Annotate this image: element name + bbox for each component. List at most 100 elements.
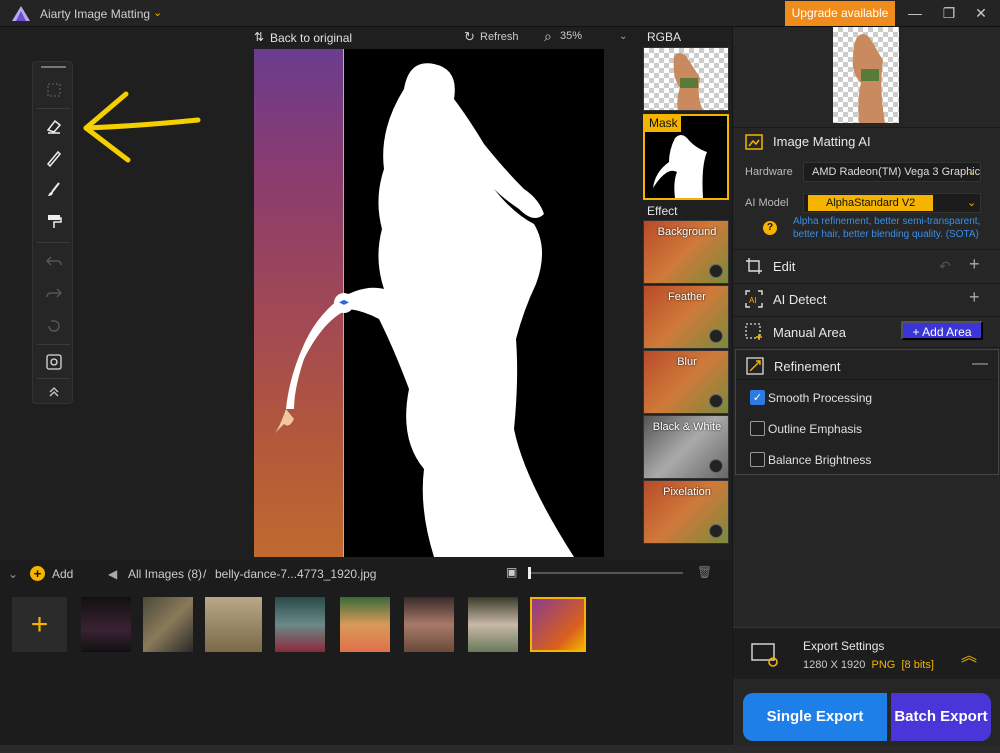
effect-label: Effect (647, 204, 678, 218)
outline-emphasis-checkbox[interactable] (750, 421, 765, 436)
help-icon[interactable]: ? (763, 221, 777, 235)
select-area-icon[interactable] (33, 74, 74, 106)
plus-icon[interactable]: + (969, 254, 980, 275)
refinement-icon (746, 357, 764, 375)
gallery-thumb-belly-dance[interactable] (530, 597, 586, 652)
ai-model-select[interactable]: AlphaStandard V2 (803, 193, 981, 213)
manual-area-icon (745, 323, 762, 340)
smooth-processing-checkbox[interactable]: ✓ (750, 390, 765, 405)
gallery-thumb-forest-woman[interactable] (275, 597, 325, 652)
expand-up-icon[interactable]: ︽ (961, 642, 977, 666)
thumbnail-size-slider[interactable] (528, 567, 683, 579)
gallery-thumb-bird[interactable] (143, 597, 193, 652)
compare-handle[interactable]: ◂▸ (334, 293, 354, 313)
gallery-thumb-flowers[interactable] (340, 597, 390, 652)
add-button[interactable]: Add (52, 567, 73, 581)
preview-toolbar: ⇅ Back to original ↻ Refresh ⌕ 35% ⌄ (254, 27, 639, 49)
matting-ai-title: Image Matting AI (773, 134, 871, 149)
fit-view-icon[interactable] (33, 346, 74, 378)
paint-brush-icon[interactable] (33, 174, 74, 206)
balance-brightness-checkbox[interactable] (750, 452, 765, 467)
collapse-minus-icon[interactable]: — (972, 355, 988, 373)
effect-blur[interactable]: Blur (643, 350, 729, 414)
collapse-icon[interactable] (33, 378, 74, 404)
hardware-select[interactable]: AMD Radeon(TM) Vega 3 Graphics (803, 162, 981, 182)
back-to-original-button[interactable]: Back to original (270, 31, 352, 45)
chevron-down-icon[interactable]: ⌄ (967, 165, 976, 178)
edit-title[interactable]: Edit (773, 259, 795, 274)
app-window: Aiarty Image Matting ⌄ Upgrade available… (0, 0, 1000, 753)
gallery-thumb-jellyfish[interactable] (81, 597, 131, 652)
roller-icon[interactable] (33, 206, 74, 238)
effect-pixelation[interactable]: Pixelation (643, 480, 729, 544)
rgba-thumbnail[interactable] (643, 47, 729, 111)
plus-icon[interactable]: + (969, 287, 980, 308)
preview-canvas[interactable]: ◂▸ (254, 49, 604, 557)
effect-feather[interactable]: Feather (643, 285, 729, 349)
all-images-link[interactable]: All Images (8) (128, 567, 202, 581)
radio-icon[interactable] (709, 459, 723, 473)
slider-knob[interactable] (528, 567, 531, 579)
matting-ai-icon (745, 134, 763, 150)
ai-detect-icon: AI (745, 290, 763, 308)
file-bar: ⌄ + Add ◀ All Images (8) / belly-dance-7… (0, 560, 731, 586)
maximize-icon[interactable]: ❐ (938, 3, 960, 23)
ai-detect-title[interactable]: AI Detect (773, 292, 826, 307)
gallery-thumb-bicycle[interactable] (205, 597, 262, 652)
add-image-tile[interactable]: + (12, 597, 67, 652)
chevron-down-icon[interactable]: ⌄ (967, 196, 976, 209)
refresh-button[interactable]: Refresh (480, 31, 519, 43)
refresh-icon[interactable]: ↻ (464, 29, 475, 45)
add-circle-icon[interactable]: + (30, 566, 45, 581)
radio-icon[interactable] (709, 394, 723, 408)
refinement-title[interactable]: Refinement (774, 359, 840, 374)
output-strip: RGBA Mask Effect Background Feather Blur… (641, 27, 731, 547)
eraser-icon[interactable] (33, 110, 74, 142)
hardware-label: Hardware (745, 166, 793, 178)
title-bar: Aiarty Image Matting ⌄ Upgrade available… (0, 0, 1000, 27)
reset-icon[interactable] (33, 310, 74, 342)
upgrade-button[interactable]: Upgrade available (785, 1, 895, 26)
breadcrumb-separator: / (203, 567, 207, 581)
undo-icon[interactable] (33, 246, 74, 278)
mask-thumbnail[interactable]: Mask (643, 114, 729, 200)
back-arrow-icon[interactable]: ◀ (108, 567, 117, 581)
add-area-button[interactable]: + Add Area (901, 321, 983, 340)
undo-icon[interactable]: ↶ (939, 258, 951, 275)
drag-grip[interactable] (41, 66, 66, 68)
batch-export-button[interactable]: Batch Export (891, 693, 991, 741)
gallery-thumb-bride[interactable] (468, 597, 518, 652)
redo-icon[interactable] (33, 278, 74, 310)
ai-model-label: AI Model (745, 197, 789, 209)
chevron-down-icon[interactable]: ⌄ (153, 6, 162, 19)
zoom-icon[interactable]: ⌕ (544, 28, 552, 45)
result-preview-thumbnail (833, 27, 899, 123)
minimize-icon[interactable]: — (904, 3, 926, 23)
smooth-processing-label: Smooth Processing (768, 391, 873, 405)
mask-silhouette (274, 63, 574, 557)
trash-icon[interactable]: 🗑 (697, 565, 712, 579)
export-settings-title: Export Settings (803, 639, 885, 653)
radio-icon[interactable] (709, 329, 723, 343)
effect-black-white[interactable]: Black & White (643, 415, 729, 479)
effect-background[interactable]: Background (643, 220, 729, 284)
export-settings-icon (751, 643, 778, 667)
gallery-thumb-portrait[interactable] (404, 597, 454, 652)
status-edge (0, 745, 1000, 753)
radio-icon[interactable] (709, 264, 723, 278)
crosshair-icon: + (912, 325, 923, 339)
brush-icon[interactable] (33, 142, 74, 174)
collapse-chevron-icon[interactable]: ⌄ (8, 567, 18, 581)
outline-emphasis-label: Outline Emphasis (768, 422, 863, 436)
radio-icon[interactable] (709, 524, 723, 538)
export-info: 1280 X 1920 PNG [8 bits] (803, 659, 934, 671)
model-description: Alpha refinement, better semi-transparen… (793, 216, 981, 240)
zoom-level[interactable]: 35% (560, 30, 582, 42)
export-settings[interactable]: Export Settings 1280 X 1920 PNG [8 bits]… (733, 627, 1000, 679)
current-filename: belly-dance-7...4773_1920.jpg (215, 567, 377, 581)
single-export-button[interactable]: Single Export (743, 693, 887, 741)
close-icon[interactable]: ✕ (970, 3, 992, 23)
manual-area-title[interactable]: Manual Area (773, 325, 846, 340)
refinement-panel: Refinement — ✓ Smooth Processing Outline… (735, 349, 999, 475)
chevron-down-icon[interactable]: ⌄ (619, 31, 627, 42)
